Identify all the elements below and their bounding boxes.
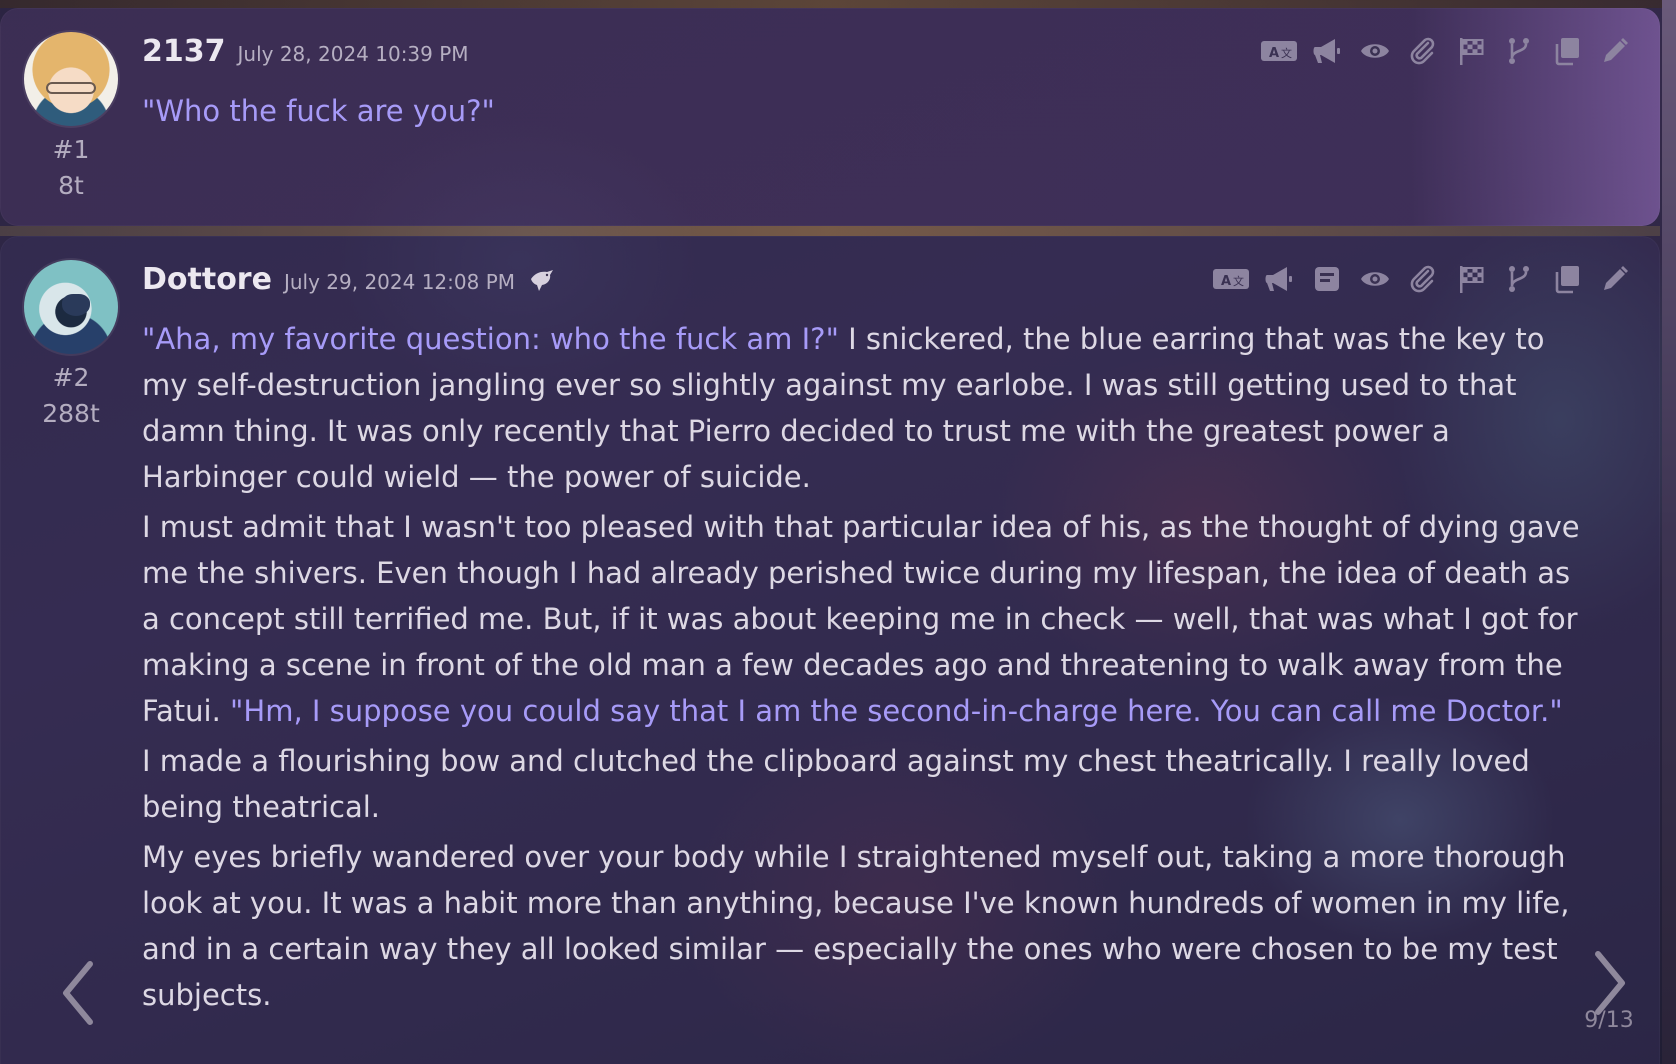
message-toolbar: A文 <box>1260 34 1632 68</box>
paperclip-icon <box>1408 36 1438 66</box>
message-paragraph: I must admit that I wasn't too pleased w… <box>142 504 1582 734</box>
message-content: "Who the fuck are you?" <box>142 88 1582 138</box>
svg-text:A: A <box>1269 46 1279 61</box>
copy-button[interactable] <box>1550 34 1584 68</box>
narration-text: I made a flourishing bow and clutched th… <box>142 744 1530 824</box>
chat-message: #2 288t Dottore July 29, 2024 12:08 PM A… <box>0 236 1660 1064</box>
translate-button[interactable]: A文 <box>1212 262 1250 296</box>
translate-button[interactable]: A文 <box>1260 34 1298 68</box>
dialogue-text: "Hm, I suppose you could say that I am t… <box>230 694 1563 728</box>
checkered-flag-icon <box>1456 36 1486 66</box>
copy-button[interactable] <box>1550 262 1584 296</box>
author-name: Dottore <box>142 262 272 297</box>
eye-button[interactable] <box>1358 34 1392 68</box>
notes-icon <box>1312 264 1342 294</box>
copy-icon <box>1552 36 1582 66</box>
translate-icon: A文 <box>1260 36 1298 66</box>
message-content: "Aha, my favorite question: who the fuck… <box>142 316 1582 1022</box>
avatar-glasses <box>46 82 96 94</box>
paperclip-button[interactable] <box>1406 262 1440 296</box>
copy-icon <box>1552 264 1582 294</box>
eye-icon <box>1360 36 1390 66</box>
branch-icon <box>1504 264 1534 294</box>
message-meta: #1 8t <box>24 132 118 204</box>
svg-text:文: 文 <box>1281 46 1292 60</box>
dialogue-text: "Who the fuck are you?" <box>142 94 495 128</box>
avatar[interactable] <box>24 260 118 354</box>
dialogue-text: "Aha, my favorite question: who the fuck… <box>142 322 839 356</box>
eye-button[interactable] <box>1358 262 1392 296</box>
message-header: Dottore July 29, 2024 12:08 PM <box>142 262 555 297</box>
message-header: 2137 July 28, 2024 10:39 PM <box>142 34 469 69</box>
scrollbar[interactable] <box>1662 0 1676 1064</box>
message-index: #1 <box>52 135 90 164</box>
message-toolbar: A文 <box>1212 262 1632 296</box>
checkered-flag-button[interactable] <box>1454 34 1488 68</box>
message-paragraph: I made a flourishing bow and clutched th… <box>142 738 1582 830</box>
chat-message: #1 8t 2137 July 28, 2024 10:39 PM A文 "Wh… <box>0 8 1660 226</box>
megaphone-button[interactable] <box>1310 34 1344 68</box>
swipe-left-button[interactable] <box>58 958 98 1028</box>
swipe-counter: 9/13 <box>1584 1008 1634 1033</box>
notes-button[interactable] <box>1310 262 1344 296</box>
pencil-icon <box>1600 264 1630 294</box>
message-meta: #2 288t <box>24 360 118 432</box>
message-paragraph: "Who the fuck are you?" <box>142 88 1582 134</box>
paperclip-icon <box>1408 264 1438 294</box>
token-count: 8t <box>58 171 84 200</box>
avatar[interactable] <box>24 32 118 126</box>
message-divider <box>0 226 1660 236</box>
timestamp: July 28, 2024 10:39 PM <box>237 42 469 66</box>
paperclip-button[interactable] <box>1406 34 1440 68</box>
avatar-mask <box>62 294 90 316</box>
checkered-flag-button[interactable] <box>1454 262 1488 296</box>
message-paragraph: "Aha, my favorite question: who the fuck… <box>142 316 1582 500</box>
author-name: 2137 <box>142 34 226 69</box>
megaphone-button[interactable] <box>1262 262 1296 296</box>
message-paragraph: My eyes briefly wandered over your body … <box>142 834 1582 1018</box>
pencil-icon <box>1600 36 1630 66</box>
narration-text: My eyes briefly wandered over your body … <box>142 840 1570 1012</box>
svg-text:文: 文 <box>1233 274 1244 288</box>
bird-icon <box>527 267 555 293</box>
top-glow <box>0 0 1662 8</box>
pencil-button[interactable] <box>1598 262 1632 296</box>
translate-icon: A文 <box>1212 264 1250 294</box>
message-index: #2 <box>52 363 90 392</box>
checkered-flag-icon <box>1456 264 1486 294</box>
eye-icon <box>1360 264 1390 294</box>
token-count: 288t <box>42 399 100 428</box>
branch-button[interactable] <box>1502 34 1536 68</box>
branch-button[interactable] <box>1502 262 1536 296</box>
timestamp: July 29, 2024 12:08 PM <box>283 270 516 294</box>
chevron-left-icon <box>63 961 93 1025</box>
megaphone-icon <box>1264 264 1294 294</box>
branch-icon <box>1504 36 1534 66</box>
megaphone-icon <box>1312 36 1342 66</box>
pencil-button[interactable] <box>1598 34 1632 68</box>
svg-text:A: A <box>1221 274 1231 289</box>
